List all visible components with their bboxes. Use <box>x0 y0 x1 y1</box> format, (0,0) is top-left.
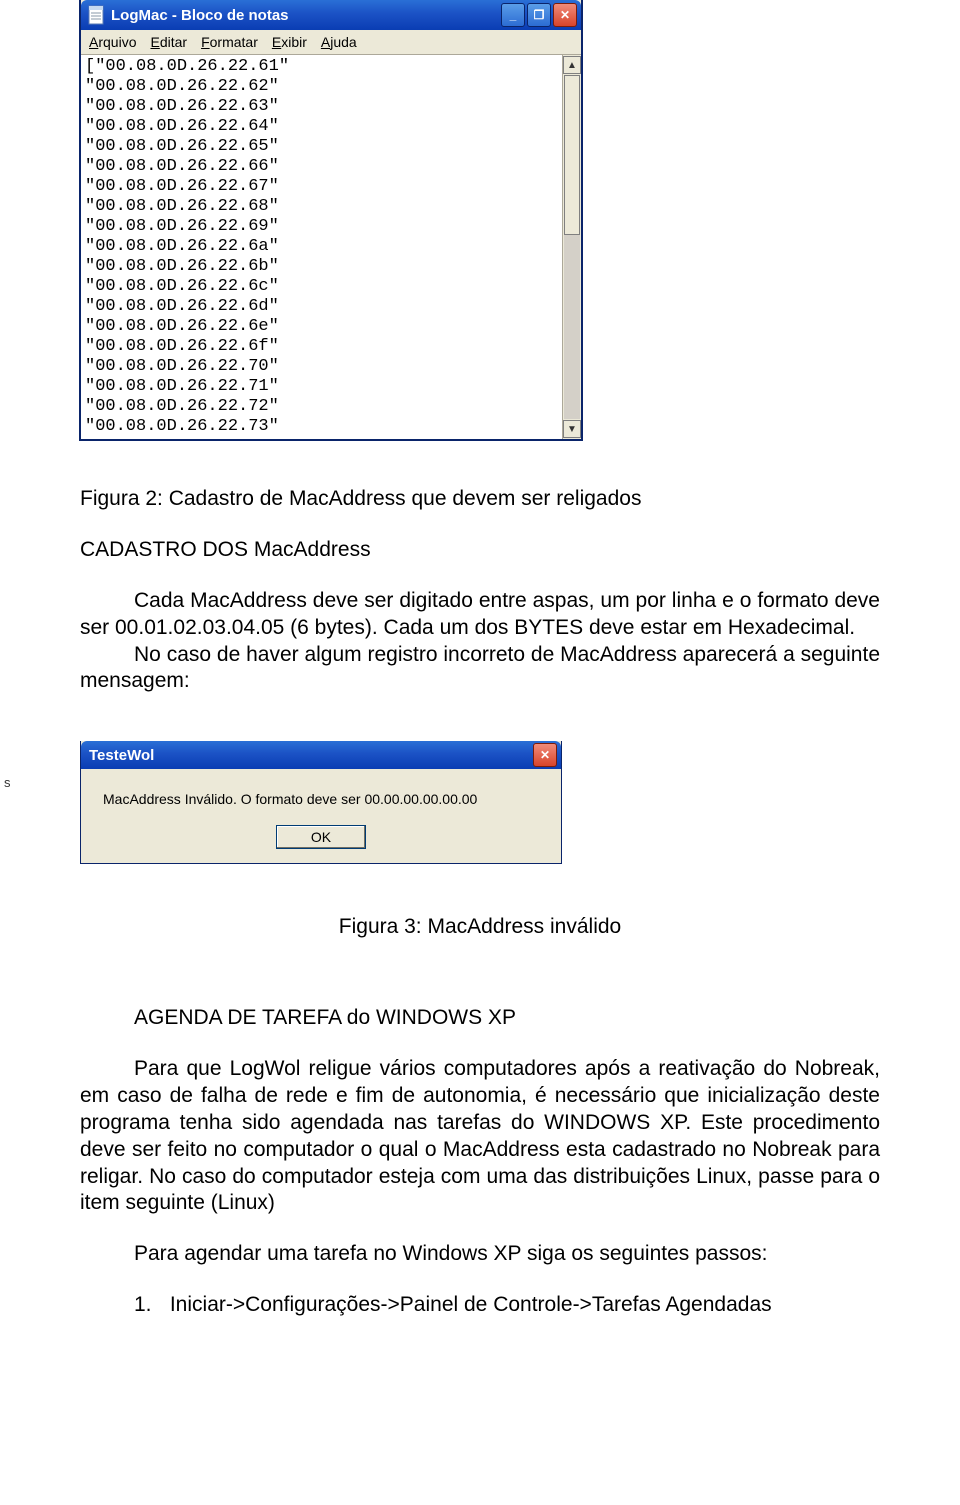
step-1: 1. Iniciar->Configurações->Painel de Con… <box>134 1292 880 1319</box>
paragraph-steps-intro: Para agendar uma tarefa no Windows XP si… <box>80 1241 880 1268</box>
notepad-menubar: Arquivo Editar Formatar Exibir Ajuda <box>81 30 581 55</box>
menu-formatar[interactable]: Formatar <box>201 34 258 50</box>
notepad-window: LogMac - Bloco de notas _ ❐ ✕ Arquivo Ed… <box>80 0 582 440</box>
notepad-title: LogMac - Bloco de notas <box>111 7 501 24</box>
menu-ajuda[interactable]: Ajuda <box>321 34 357 50</box>
maximize-button[interactable]: ❐ <box>527 3 551 27</box>
menu-exibir[interactable]: Exibir <box>272 34 307 50</box>
paragraph-agenda: Para que LogWol religue vários computado… <box>80 1056 880 1217</box>
notepad-titlebar[interactable]: LogMac - Bloco de notas _ ❐ ✕ <box>81 0 581 30</box>
notepad-body: ["00.08.0D.26.22.61" "00.08.0D.26.22.62"… <box>81 55 581 439</box>
figure3-caption: Figura 3: MacAddress inválido <box>80 914 880 941</box>
step-1-text: Iniciar->Configurações->Painel de Contro… <box>170 1293 772 1316</box>
menu-editar[interactable]: Editar <box>150 34 187 50</box>
close-button[interactable]: ✕ <box>553 3 577 27</box>
dialog-close-button[interactable]: ✕ <box>533 743 557 767</box>
notepad-text-area[interactable]: ["00.08.0D.26.22.61" "00.08.0D.26.22.62"… <box>81 55 562 439</box>
paragraph-cadastro-1: Cada MacAddress deve ser digitado entre … <box>80 588 880 642</box>
menu-arquivo[interactable]: Arquivo <box>89 34 136 50</box>
scroll-up-button[interactable]: ▲ <box>563 56 581 74</box>
paragraph-cadastro-2: No caso de haver algum registro incorret… <box>80 642 880 696</box>
section-cadastro-title: CADASTRO DOS MacAddress <box>80 537 880 564</box>
scroll-track[interactable] <box>564 75 580 419</box>
dialog-title: TesteWol <box>89 747 533 764</box>
notepad-icon <box>87 4 105 26</box>
scroll-thumb[interactable] <box>564 75 580 235</box>
dialog-ok-button[interactable]: OK <box>276 825 366 849</box>
dialog-titlebar[interactable]: TesteWol ✕ <box>81 741 561 769</box>
section-agenda-title: AGENDA DE TAREFA do WINDOWS XP <box>134 1005 880 1032</box>
vertical-scrollbar[interactable]: ▲ ▼ <box>562 55 581 439</box>
minimize-button[interactable]: _ <box>501 3 525 27</box>
dialog-message: MacAddress Inválido. O formato deve ser … <box>99 791 543 807</box>
step-1-number: 1. <box>134 1292 164 1319</box>
dialog-window: TesteWol ✕ MacAddress Inválido. O format… <box>80 741 562 864</box>
scroll-down-button[interactable]: ▼ <box>563 420 581 438</box>
figure2-caption: Figura 2: Cadastro de MacAddress que dev… <box>80 486 880 513</box>
